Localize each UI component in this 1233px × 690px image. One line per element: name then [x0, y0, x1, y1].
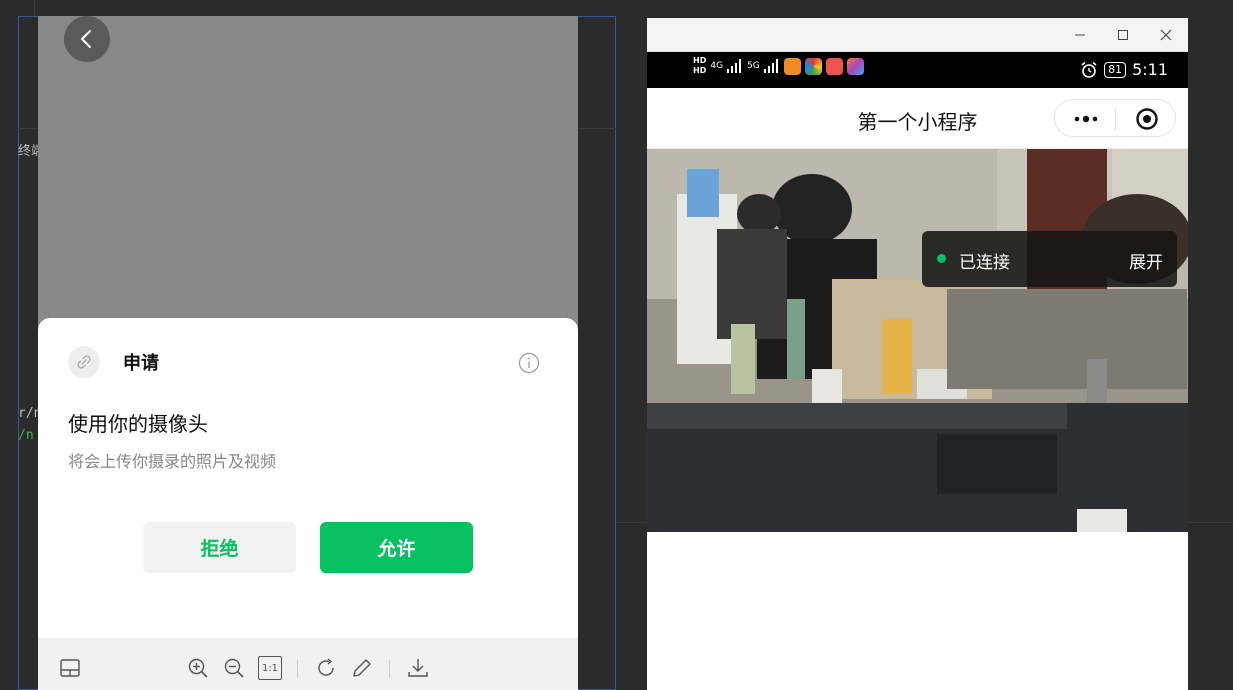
close-button[interactable]	[1155, 24, 1177, 46]
exit-mini-program-icon[interactable]	[1135, 107, 1159, 131]
ide-divider	[34, 0, 35, 16]
video-app-icon	[783, 57, 801, 75]
status-right-group: 81 5:11	[1080, 60, 1168, 79]
network-type-label: 4G	[710, 61, 724, 71]
maximize-icon	[1118, 30, 1128, 40]
permission-title: 使用你的摄像头	[68, 412, 208, 436]
camera-feed-image	[647, 149, 1188, 532]
browser-app-icon	[804, 57, 822, 75]
ide-terminal-text: /n	[18, 428, 34, 443]
simulator-window: HD HD 4G 5G 81 5:11 第一个小程序 已连接 展开	[647, 18, 1188, 690]
chevron-left-icon	[81, 30, 91, 48]
battery-indicator: 81	[1104, 61, 1127, 78]
zoom-out-icon[interactable]	[222, 656, 246, 680]
permission-screenshot: 申请 使用你的摄像头 将会上传你摄录的照片及视频 拒绝 允许 1:1	[38, 16, 578, 690]
signal-icon	[727, 59, 742, 73]
link-icon	[77, 355, 91, 369]
ide-terminal-text: r/n	[18, 406, 40, 421]
ide-terminal-text: 终端	[18, 144, 40, 159]
phone-status-bar: HD HD 4G 5G 81 5:11	[647, 52, 1188, 88]
sheet-header-title: 申请	[123, 353, 159, 374]
hd-label: HD	[693, 56, 707, 65]
sheet-header: 申请	[68, 346, 159, 378]
hd-indicator: HD HD	[693, 56, 706, 76]
status-left-group: HD HD 4G 5G	[693, 56, 864, 76]
download-icon[interactable]	[406, 656, 430, 680]
maximize-button[interactable]	[1112, 24, 1134, 46]
actual-size-icon[interactable]: 1:1	[258, 656, 282, 680]
signal-icon	[763, 59, 778, 73]
reject-button[interactable]: 拒绝	[143, 522, 296, 573]
rotate-icon[interactable]	[314, 656, 338, 680]
window-titlebar	[647, 18, 1188, 52]
mini-program-navbar: 第一个小程序	[647, 88, 1188, 149]
edit-icon[interactable]	[350, 656, 374, 680]
expand-button[interactable]: 展开	[1129, 248, 1163, 273]
connected-dot	[937, 254, 946, 263]
permission-sheet: 申请 使用你的摄像头 将会上传你摄录的照片及视频 拒绝 允许	[38, 318, 578, 690]
camera-preview: 已连接 展开	[647, 149, 1188, 532]
image-viewer-toolbar: 1:1	[38, 638, 578, 690]
clock-time: 5:11	[1132, 60, 1168, 79]
hd-label: HD	[693, 66, 707, 75]
close-icon	[1160, 29, 1172, 41]
minimize-icon	[1075, 34, 1085, 36]
toolbar-divider	[389, 660, 390, 678]
connection-status-text: 已连接	[959, 253, 1010, 273]
minimize-button[interactable]	[1069, 24, 1091, 46]
capsule-divider	[1115, 108, 1116, 130]
permission-description: 将会上传你摄录的照片及视频	[68, 452, 277, 471]
more-icon[interactable]	[1069, 109, 1103, 129]
network-type-label: 5G	[747, 61, 760, 71]
connection-status-pill[interactable]: 已连接 展开	[922, 231, 1177, 287]
layout-icon[interactable]	[58, 656, 82, 680]
store-app-icon	[846, 57, 864, 75]
toolbar-divider	[297, 660, 298, 678]
info-icon[interactable]	[518, 352, 540, 374]
allow-button[interactable]: 允许	[320, 522, 473, 573]
zoom-in-icon[interactable]	[186, 656, 210, 680]
capsule-menu	[1054, 99, 1176, 137]
mini-program-icon	[68, 346, 100, 378]
back-button[interactable]	[64, 16, 110, 62]
alarm-icon	[1081, 61, 1097, 78]
notes-app-icon	[825, 57, 843, 75]
